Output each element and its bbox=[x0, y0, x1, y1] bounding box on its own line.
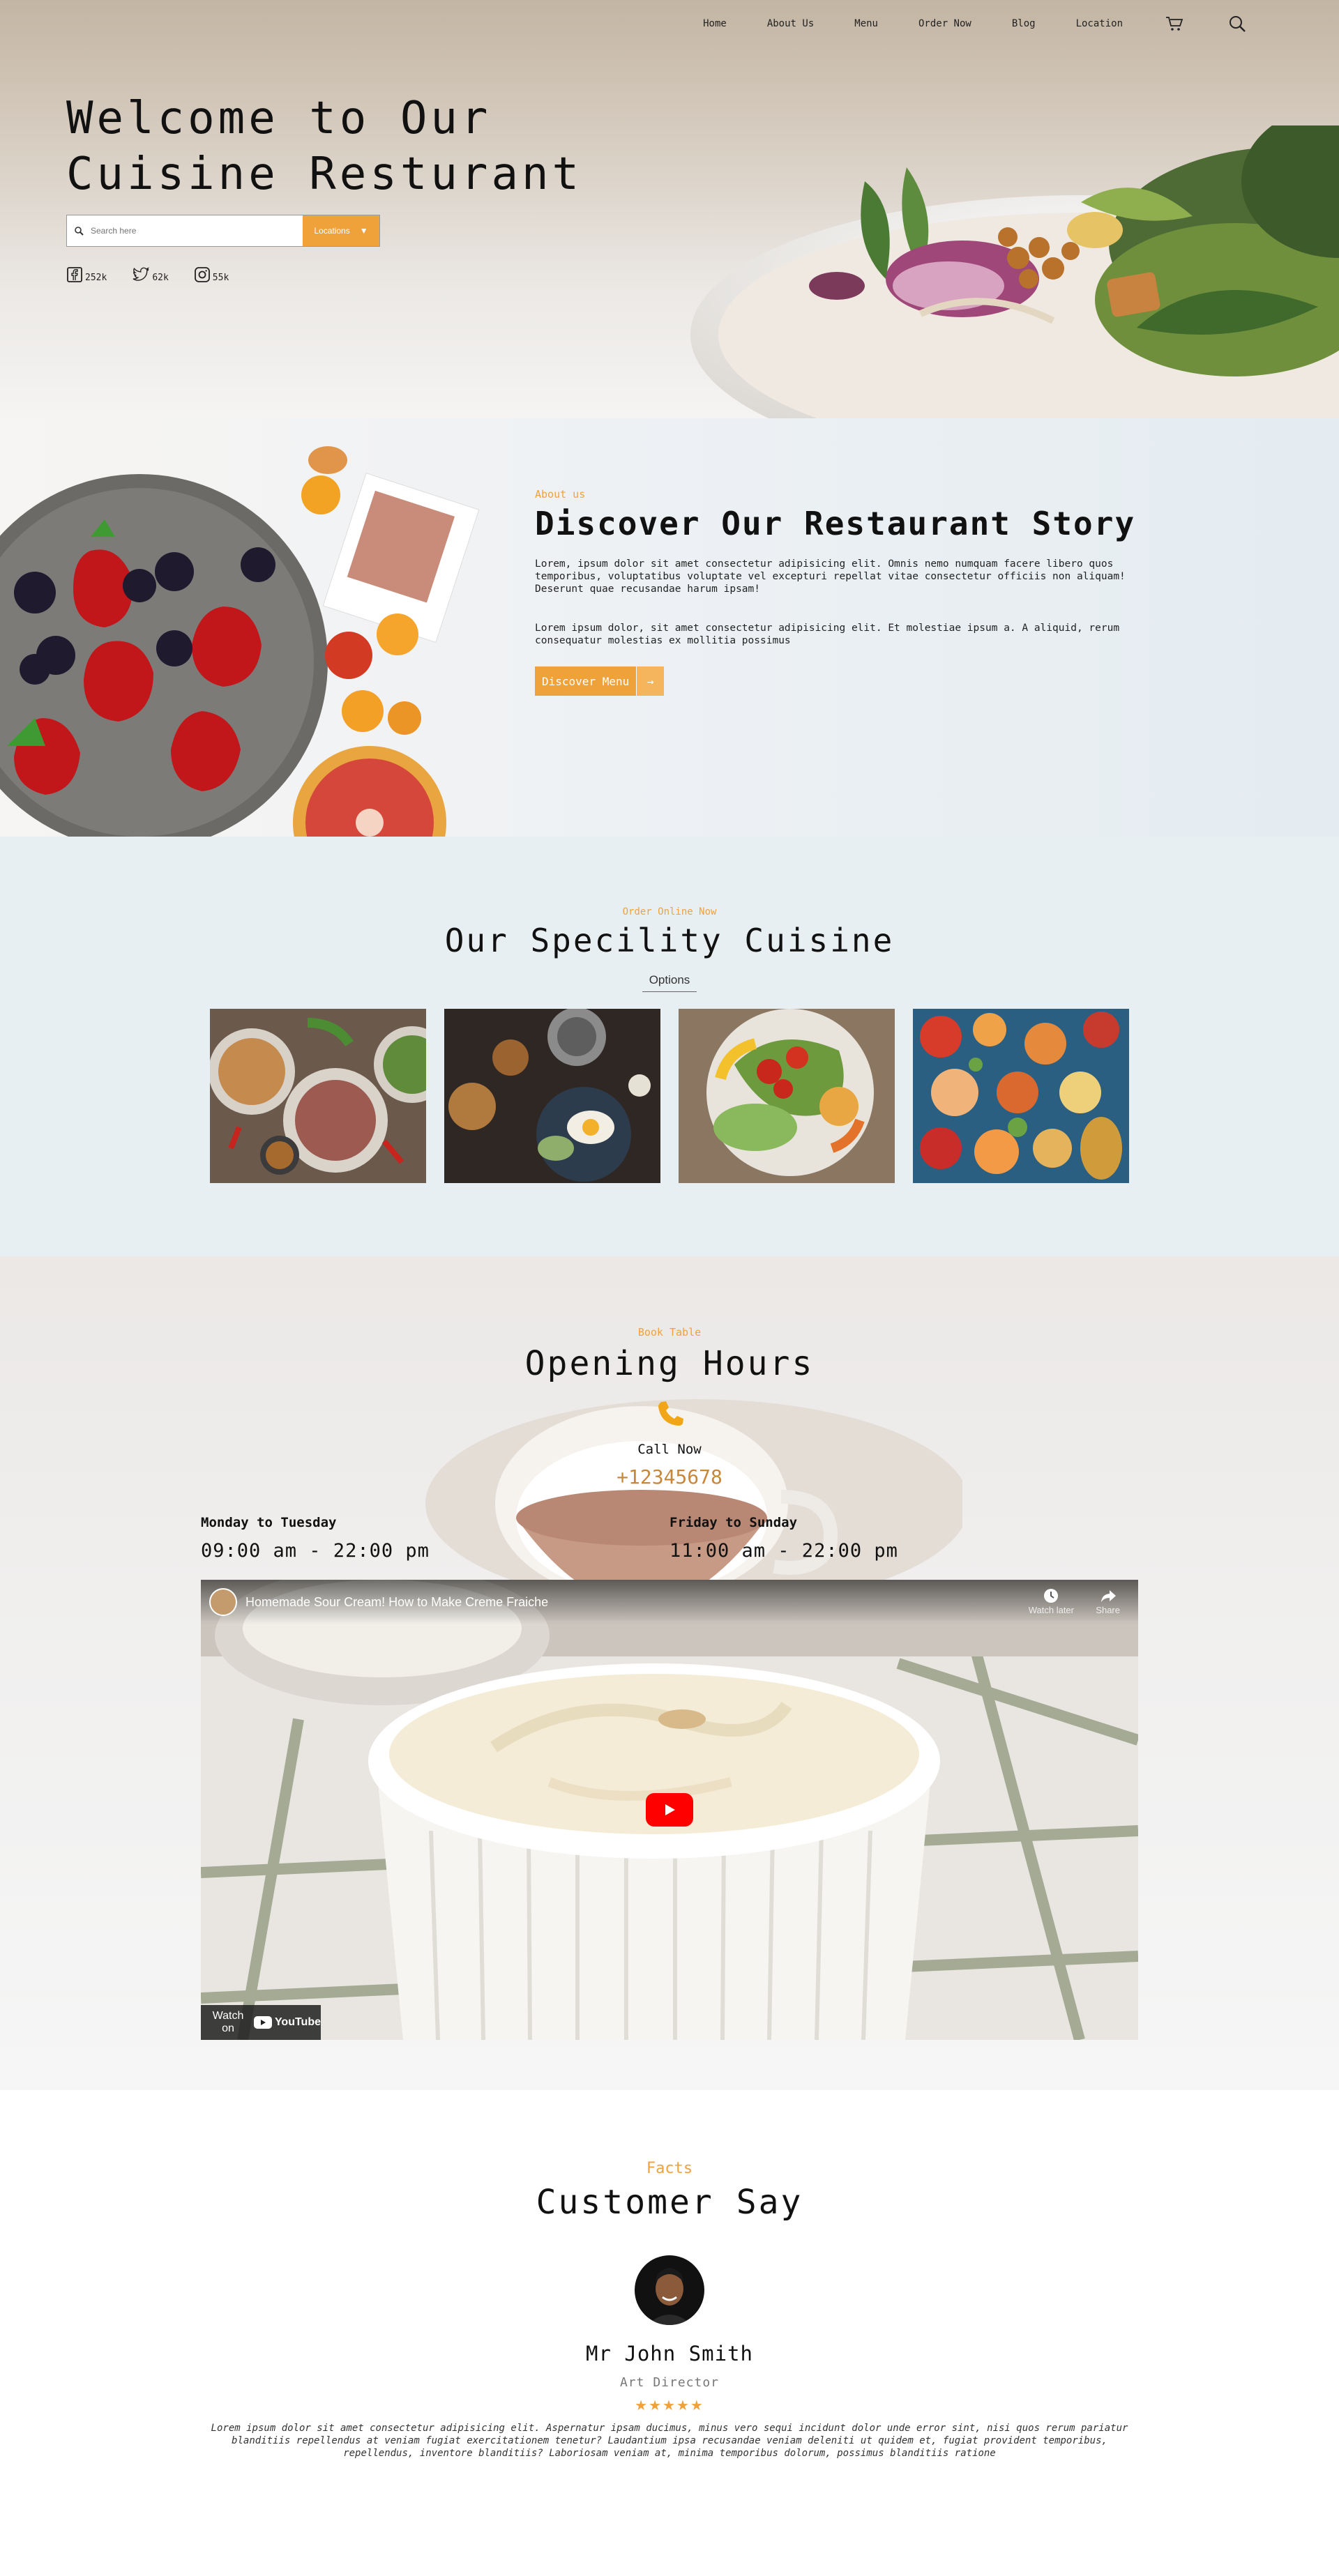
opening-hours-section: Book Table Opening Hours Call Now +12345… bbox=[0, 1256, 1339, 2090]
hero-search-bar: Locations ▼ bbox=[66, 215, 380, 247]
search-field-icon bbox=[67, 215, 91, 246]
about-section: About us Discover Our Restaurant Story L… bbox=[0, 418, 1339, 837]
options-tab[interactable]: Options bbox=[642, 973, 697, 992]
about-text: About us Discover Our Restaurant Story L… bbox=[535, 488, 1177, 696]
video-top-bar: Homemade Sour Cream! How to Make Creme F… bbox=[201, 1580, 1138, 1624]
watch-on-youtube[interactable]: Watch on YouTube bbox=[201, 2005, 321, 2040]
facebook-link[interactable]: 252k bbox=[66, 266, 107, 283]
youtube-logo: YouTube bbox=[253, 2016, 321, 2029]
star-rating: ★★★★★ bbox=[635, 2397, 704, 2414]
cuisine-card-2[interactable] bbox=[444, 1009, 660, 1183]
share-label: Share bbox=[1096, 1605, 1120, 1615]
nav-order-now[interactable]: Order Now bbox=[918, 18, 971, 29]
cuisine-card-3[interactable] bbox=[679, 1009, 895, 1183]
customer-role: Art Director bbox=[619, 2375, 720, 2390]
nav-home[interactable]: Home bbox=[703, 18, 727, 29]
watch-on-label: Watch on bbox=[212, 2010, 244, 2034]
opening-title: Opening Hours bbox=[524, 1344, 815, 1383]
share-button[interactable]: Share bbox=[1096, 1587, 1120, 1615]
schedule-days: Friday to Sunday bbox=[670, 1515, 798, 1530]
nav-blog[interactable]: Blog bbox=[1012, 18, 1036, 29]
cuisine-card-4[interactable] bbox=[913, 1009, 1129, 1183]
testimonial-quote: Lorem ipsum dolor sit amet consectetur a… bbox=[211, 2423, 1128, 2459]
search-icon[interactable] bbox=[1226, 13, 1248, 35]
channel-avatar[interactable] bbox=[209, 1588, 237, 1616]
locations-label: Locations bbox=[314, 226, 350, 236]
nav-location[interactable]: Location bbox=[1076, 18, 1123, 29]
twitter-icon bbox=[133, 267, 150, 281]
customer-name: Mr John Smith bbox=[586, 2342, 753, 2365]
youtube-video-embed[interactable]: Homemade Sour Cream! How to Make Creme F… bbox=[201, 1580, 1138, 2040]
hero-title-line1: Welcome to Our bbox=[66, 93, 492, 144]
facebook-icon bbox=[67, 267, 82, 282]
hero-title: Welcome to Our Cuisine Resturant bbox=[66, 91, 694, 202]
nav-about-us[interactable]: About Us bbox=[767, 18, 814, 29]
twitter-count: 62k bbox=[152, 273, 169, 283]
about-paragraph-2: Lorem ipsum dolor, sit amet consectetur … bbox=[535, 623, 1120, 646]
nav-menu[interactable]: Menu bbox=[854, 18, 878, 29]
youtube-wordmark: YouTube bbox=[274, 2016, 321, 2028]
speciality-section: Order Online Now Our Specility Cuisine O… bbox=[0, 837, 1339, 1256]
discover-menu-button[interactable]: Discover Menu → bbox=[535, 666, 665, 696]
clock-icon bbox=[1044, 1589, 1059, 1603]
schedule-days: Monday to Tuesday bbox=[201, 1515, 337, 1530]
speciality-eyebrow: Order Online Now bbox=[622, 906, 717, 917]
instagram-icon bbox=[194, 267, 210, 282]
instagram-link[interactable]: 55k bbox=[194, 266, 229, 283]
fruit-bowl-image bbox=[0, 446, 480, 837]
opening-eyebrow: Book Table bbox=[637, 1326, 702, 1339]
cuisine-cards bbox=[0, 1009, 1339, 1183]
top-nav: Home About Us Menu Order Now Blog Locati… bbox=[703, 13, 1248, 35]
twitter-link[interactable]: 62k bbox=[132, 266, 169, 283]
hero-title-line2: Cuisine Resturant bbox=[66, 148, 583, 200]
about-eyebrow: About us bbox=[535, 488, 586, 501]
watch-later-label: Watch later bbox=[1028, 1605, 1074, 1615]
hero-section: Home About Us Menu Order Now Blog Locati… bbox=[0, 0, 1339, 418]
cuisine-card-1[interactable] bbox=[210, 1009, 426, 1183]
schedule-weekend: Friday to Sunday 11:00 am - 22:00 pm bbox=[670, 1515, 1138, 1562]
call-now-label: Call Now bbox=[637, 1442, 702, 1457]
social-counts: 252k 62k 55k bbox=[66, 266, 229, 283]
testimonial-eyebrow: Facts bbox=[646, 2160, 693, 2177]
about-paragraph-1: Lorem, ipsum dolor sit amet consectetur … bbox=[535, 558, 1126, 595]
speciality-title: Our Specility Cuisine bbox=[444, 922, 895, 959]
salad-bowl-image bbox=[690, 125, 1339, 418]
play-icon bbox=[665, 1804, 675, 1815]
search-input[interactable] bbox=[91, 215, 303, 246]
video-title[interactable]: Homemade Sour Cream! How to Make Creme F… bbox=[245, 1595, 548, 1610]
testimonial-title: Customer Say bbox=[536, 2183, 803, 2222]
cart-icon[interactable] bbox=[1163, 13, 1186, 35]
share-icon bbox=[1100, 1590, 1116, 1602]
discover-menu-label: Discover Menu bbox=[535, 666, 637, 696]
schedule-hours: 11:00 am - 22:00 pm bbox=[670, 1540, 898, 1562]
youtube-icon bbox=[253, 2016, 272, 2029]
play-button[interactable] bbox=[646, 1793, 693, 1827]
schedule: Monday to Tuesday 09:00 am - 22:00 pm Fr… bbox=[201, 1515, 1138, 1562]
customer-avatar bbox=[635, 2255, 704, 2325]
schedule-hours: 09:00 am - 22:00 pm bbox=[201, 1540, 430, 1562]
about-title: Discover Our Restaurant Story bbox=[535, 505, 1136, 542]
instagram-count: 55k bbox=[212, 273, 229, 283]
phone-icon bbox=[0, 1398, 1339, 1426]
chevron-down-icon: ▼ bbox=[359, 226, 368, 236]
schedule-weekday: Monday to Tuesday 09:00 am - 22:00 pm bbox=[201, 1515, 670, 1562]
facebook-count: 252k bbox=[85, 273, 107, 283]
watch-later-button[interactable]: Watch later bbox=[1029, 1587, 1074, 1615]
testimonial-section: Facts Customer Say Mr John Smith Art Dir… bbox=[0, 2090, 1339, 2576]
arrow-right-icon: → bbox=[636, 666, 665, 696]
phone-number[interactable]: +12345678 bbox=[0, 1465, 1339, 1488]
locations-dropdown[interactable]: Locations ▼ bbox=[303, 215, 379, 246]
